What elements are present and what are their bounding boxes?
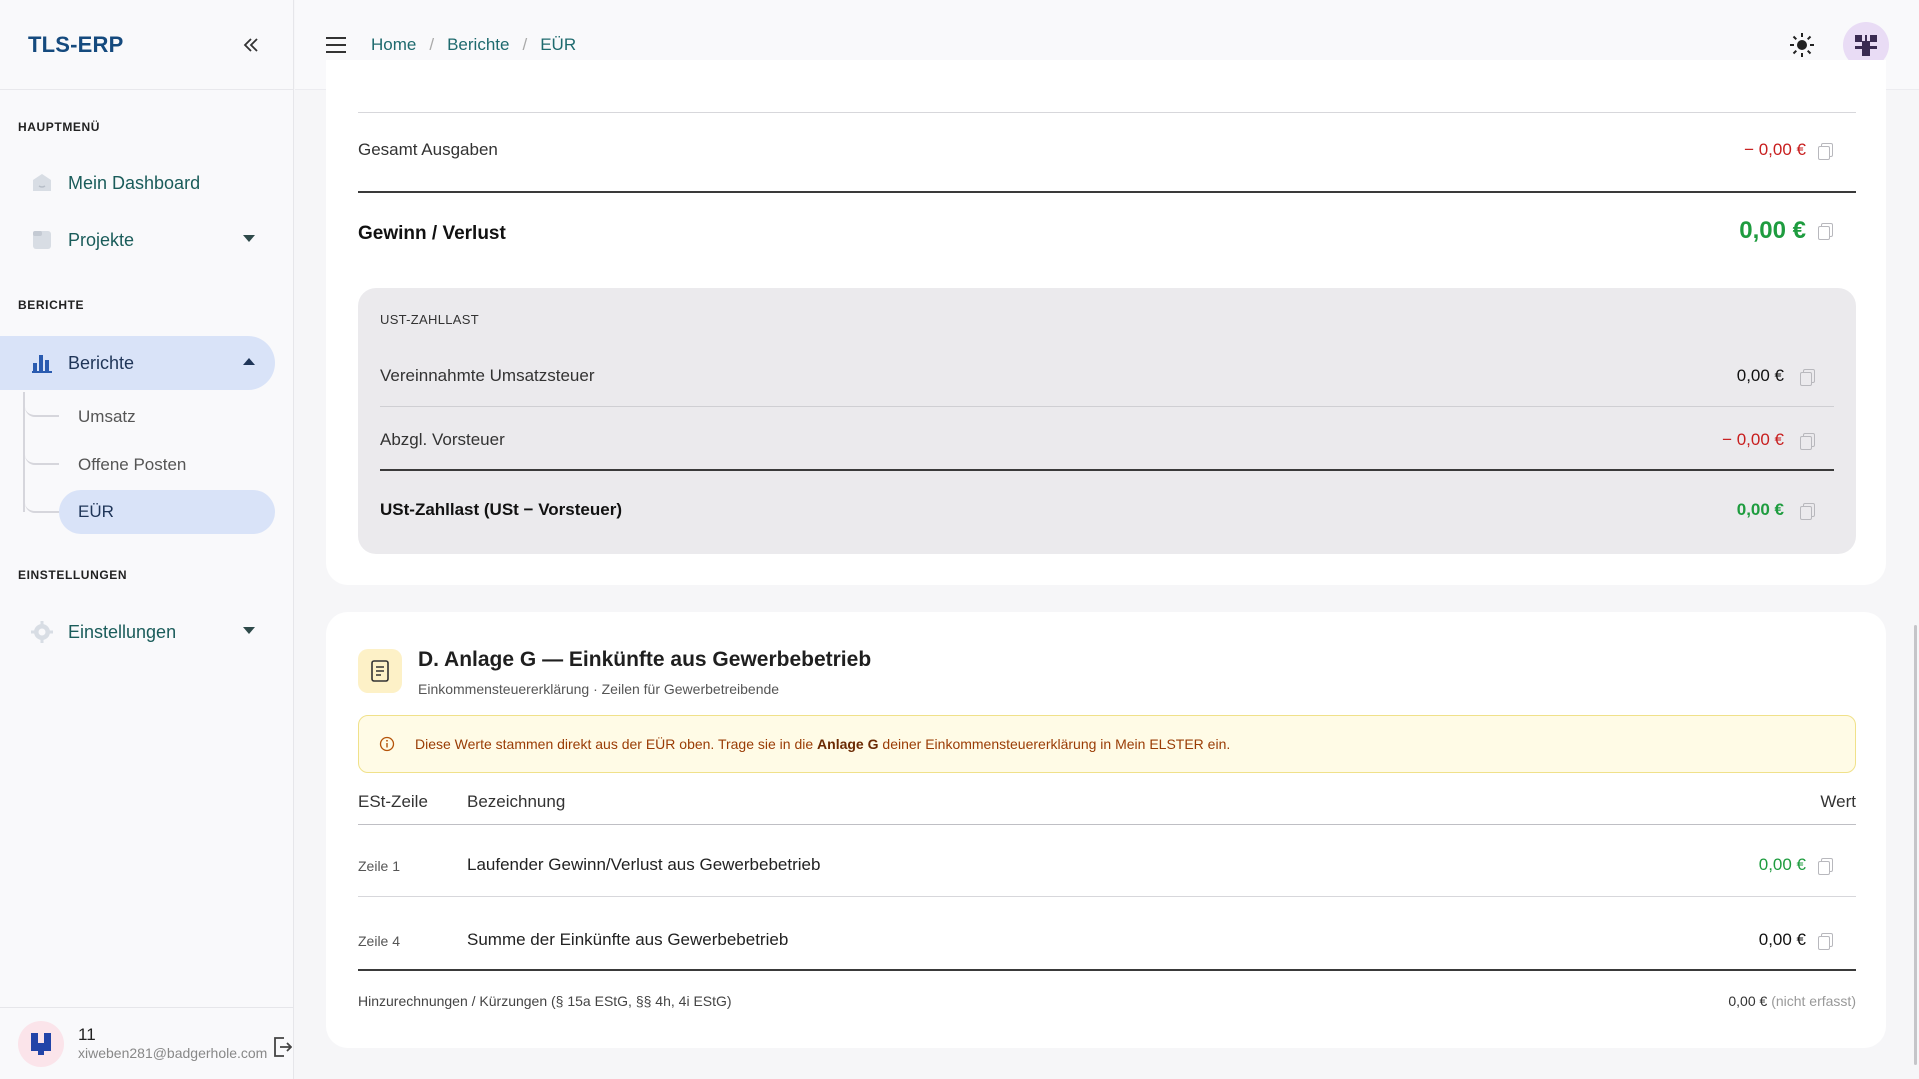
ust-row-value: − 0,00 € — [1722, 430, 1784, 449]
breadcrumb-euer[interactable]: EÜR — [540, 35, 576, 55]
user-email: xiweben281@badgerhole.com — [78, 1045, 268, 1062]
sun-icon[interactable] — [1787, 30, 1817, 60]
subnav-branch — [25, 493, 59, 513]
divider — [358, 824, 1856, 825]
gear-icon — [30, 620, 54, 644]
total-expenses-value: − 0,00 € — [1744, 140, 1806, 159]
divider — [358, 896, 1856, 897]
footer-note: (nicht erfasst) — [1771, 993, 1856, 1009]
notice-text: Diese Werte stammen direkt aus der EÜR o… — [415, 736, 1230, 752]
divider — [358, 191, 1856, 193]
sidebar-subitem-euer[interactable]: EÜR — [59, 490, 275, 534]
info-notice: Diese Werte stammen direkt aus der EÜR o… — [358, 715, 1856, 773]
copy-icon[interactable] — [1816, 932, 1834, 950]
section-label-settings: EINSTELLUNGEN — [18, 568, 128, 582]
breadcrumb-home[interactable]: Home — [371, 35, 416, 55]
sidebar-item-label: Projekte — [68, 229, 135, 250]
collapse-sidebar-icon[interactable] — [237, 31, 265, 59]
ust-row-label: Abzgl. Vorsteuer — [380, 430, 505, 449]
column-header-desc: Bezeichnung — [467, 792, 566, 811]
dashboard-icon — [30, 171, 54, 195]
ust-total-label: USt-Zahllast (USt − Vorsteuer) — [380, 500, 622, 519]
section-label-main: HAUPTMENÜ — [18, 120, 101, 134]
row-line-number: Zeile 1 — [358, 858, 401, 874]
row-description: Laufender Gewinn/Verlust aus Gewerbebetr… — [467, 855, 821, 874]
sidebar-subitem-umsatz[interactable]: Umsatz — [59, 395, 275, 439]
breadcrumb-separator: / — [522, 34, 528, 54]
footer-amount: 0,00 € — [1728, 993, 1768, 1009]
copy-icon[interactable] — [1798, 432, 1816, 450]
ust-section: UST-ZAHLLAST Vereinnahmte Umsatzsteuer 0… — [358, 288, 1856, 554]
anlage-g-title: D. Anlage G — Einkünfte aus Gewerbebetri… — [418, 648, 872, 671]
chevron-down-icon — [243, 235, 255, 242]
copy-icon[interactable] — [1816, 222, 1834, 240]
sidebar-item-label: Einstellungen — [68, 621, 177, 642]
divider — [358, 112, 1856, 113]
section-label-reports: BERICHTE — [18, 298, 85, 312]
sidebar-item-reports[interactable]: Berichte — [0, 336, 275, 390]
euer-summary-card: Gesamt Ausgaben − 0,00 € Gewinn / Verlus… — [326, 60, 1886, 585]
anlage-g-card: D. Anlage G — Einkünfte aus Gewerbebetri… — [326, 612, 1886, 1048]
divider — [380, 469, 1834, 471]
breadcrumb-berichte[interactable]: Berichte — [447, 35, 509, 55]
document-icon — [358, 649, 402, 693]
row-value: 0,00 € — [1758, 855, 1806, 874]
copy-icon[interactable] — [1798, 368, 1816, 386]
chevron-down-icon — [243, 627, 255, 634]
column-header-value: Wert — [1820, 792, 1856, 811]
divider — [358, 969, 1856, 971]
ust-title: UST-ZAHLLAST — [380, 312, 479, 327]
sidebar-item-dashboard[interactable]: Mein Dashboard — [0, 156, 275, 210]
bar-chart-icon — [30, 351, 54, 375]
notice-text-pre: Diese Werte stammen direkt aus der EÜR o… — [415, 736, 814, 752]
sidebar: TLS-ERP HAUPTMENÜ Mein Dashboard Projekt… — [0, 0, 294, 1079]
brand-logo[interactable]: TLS-ERP — [28, 32, 124, 58]
brand-row: TLS-ERP — [0, 0, 293, 90]
total-expenses-label: Gesamt Ausgaben — [358, 140, 498, 159]
sidebar-item-projects[interactable]: Projekte — [0, 213, 275, 267]
breadcrumb-separator: / — [429, 34, 435, 54]
chevron-up-icon — [243, 358, 255, 365]
sidebar-item-label: Berichte — [68, 352, 135, 373]
column-header-line: ESt-Zeile — [358, 792, 428, 811]
profit-loss-label: Gewinn / Verlust — [358, 223, 506, 244]
scrollbar[interactable] — [1914, 625, 1917, 1065]
notice-text-post: deiner Einkommensteuererklärung in Mein … — [882, 736, 1231, 752]
projects-icon — [30, 228, 54, 252]
breadcrumb: Home / Berichte / EÜR — [371, 35, 576, 55]
copy-icon[interactable] — [1816, 142, 1834, 160]
footer-label: Hinzurechnungen / Kürzungen (§ 15a EStG,… — [358, 993, 732, 1009]
subnav-branch — [25, 445, 59, 465]
row-value: 0,00 € — [1758, 930, 1806, 949]
user-profile[interactable]: 11 xiweben281@badgerhole.com — [0, 1007, 294, 1079]
ust-row-value: 0,00 € — [1736, 366, 1784, 385]
row-description: Summe der Einkünfte aus Gewerbebetrieb — [467, 930, 789, 949]
sidebar-item-settings[interactable]: Einstellungen — [0, 605, 275, 659]
divider — [380, 406, 1834, 407]
profit-loss-value: 0,00 € — [1739, 217, 1806, 244]
notice-text-bold: Anlage G — [817, 736, 879, 752]
menu-icon[interactable] — [323, 32, 349, 58]
user-name: 11 — [78, 1024, 96, 1044]
user-avatar — [18, 1020, 64, 1067]
anlage-g-subtitle: Einkommensteuererklärung · Zeilen für Ge… — [418, 681, 780, 697]
logout-icon[interactable] — [272, 1035, 294, 1061]
info-icon — [379, 736, 395, 752]
copy-icon[interactable] — [1798, 502, 1816, 520]
subnav-branch — [25, 397, 59, 417]
row-line-number: Zeile 4 — [358, 933, 401, 949]
sidebar-subitem-offene-posten[interactable]: Offene Posten — [59, 443, 275, 487]
sidebar-item-label: Mein Dashboard — [68, 172, 201, 193]
copy-icon[interactable] — [1816, 857, 1834, 875]
footer-value: 0,00 € (nicht erfasst) — [1728, 993, 1856, 1009]
ust-total-value: 0,00 € — [1736, 500, 1784, 519]
ust-row-label: Vereinnahmte Umsatzsteuer — [380, 366, 595, 385]
